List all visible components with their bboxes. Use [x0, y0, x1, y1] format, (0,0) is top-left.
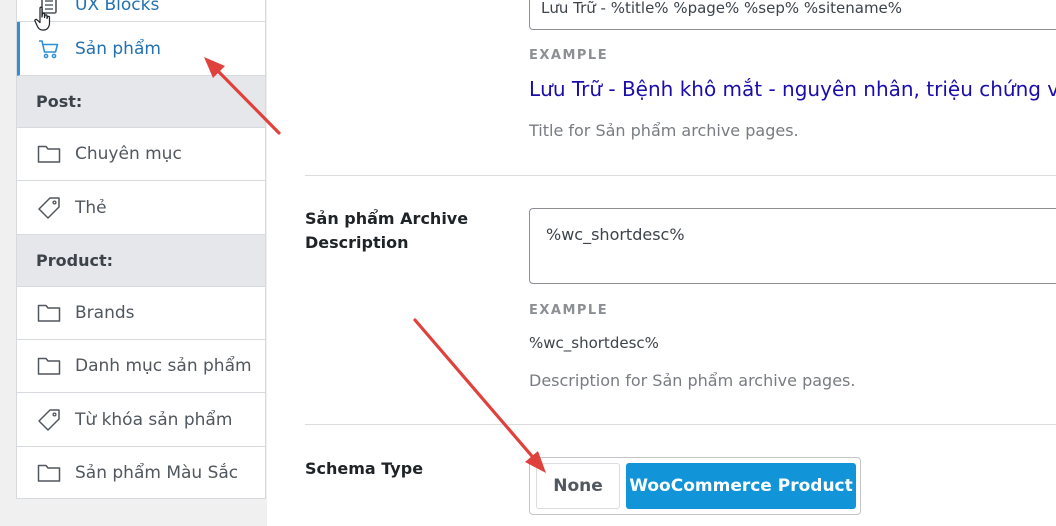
- sidebar-item-san-pham[interactable]: Sản phẩm: [17, 22, 265, 76]
- sidebar-item-label: Chuyên mục: [75, 144, 182, 164]
- settings-panel: Lưu Trữ - %title% %page% %sep% %sitename…: [267, 0, 1056, 526]
- folder-icon: [37, 461, 61, 485]
- sidebar-item-label: Danh mục sản phẩm: [75, 356, 252, 376]
- schema-type-woocommerce-product-button[interactable]: WooCommerce Product: [626, 463, 856, 509]
- archive-title-example-preview: Lưu Trữ - Bệnh khô mắt - nguyên nhân, tr…: [529, 77, 1056, 101]
- settings-sidebar: UX Blocks Sản phẩm Post: Chuyên mục Thẻ …: [16, 0, 266, 499]
- sidebar-item-danh-muc-san-pham[interactable]: Danh mục sản phẩm: [17, 340, 265, 393]
- cart-icon: [37, 37, 61, 61]
- archive-description-label: Sản phẩm Archive Description: [305, 209, 469, 252]
- schema-type-none-button[interactable]: None: [536, 463, 620, 509]
- sidebar-item-label: Từ khóa sản phẩm: [75, 409, 233, 430]
- archive-title-help-text: Title for Sản phẩm archive pages.: [529, 121, 799, 140]
- sidebar-item-chuyen-muc[interactable]: Chuyên mục: [17, 128, 265, 181]
- sidebar-item-label: Sản phẩm Màu Sắc: [75, 463, 239, 483]
- archive-title-input[interactable]: Lưu Trữ - %title% %page% %sep% %sitename…: [529, 0, 1056, 30]
- folder-icon: [37, 301, 61, 325]
- archive-description-help-text: Description for Sản phẩm archive pages.: [529, 371, 856, 390]
- sidebar-item-tu-khoa-san-pham[interactable]: Từ khóa sản phẩm: [17, 393, 265, 447]
- sidebar-item-label: UX Blocks: [75, 0, 160, 15]
- schema-type-toggle: None WooCommerce Product: [529, 457, 861, 515]
- archive-description-example-preview: %wc_shortdesc%: [529, 334, 659, 352]
- sidebar-item-san-pham-mau-sac[interactable]: Sản phẩm Màu Sắc: [17, 447, 265, 499]
- sidebar-item-brands[interactable]: Brands: [17, 287, 265, 340]
- folder-icon: [37, 354, 61, 378]
- sidebar-group-product: Product:: [17, 235, 265, 287]
- sidebar-item-the[interactable]: Thẻ: [17, 181, 265, 235]
- archive-description-example-label: EXAMPLE: [529, 303, 609, 318]
- archive-description-textarea[interactable]: %wc_shortdesc%: [529, 208, 1056, 284]
- section-divider: [305, 424, 1056, 425]
- archive-title-example-label: EXAMPLE: [529, 48, 609, 63]
- sidebar-item-ux-blocks[interactable]: UX Blocks: [17, 0, 265, 22]
- schema-type-label: Schema Type: [305, 459, 424, 478]
- tag-icon: [37, 408, 61, 432]
- folder-icon: [37, 142, 61, 166]
- sidebar-item-label: Sản phẩm: [75, 38, 161, 59]
- hand-cursor-icon: [34, 6, 51, 31]
- tag-icon: [37, 196, 61, 220]
- sidebar-item-label: Thẻ: [75, 197, 107, 218]
- sidebar-item-label: Brands: [75, 303, 135, 323]
- sidebar-group-post: Post:: [17, 76, 265, 128]
- section-divider: [305, 175, 1056, 176]
